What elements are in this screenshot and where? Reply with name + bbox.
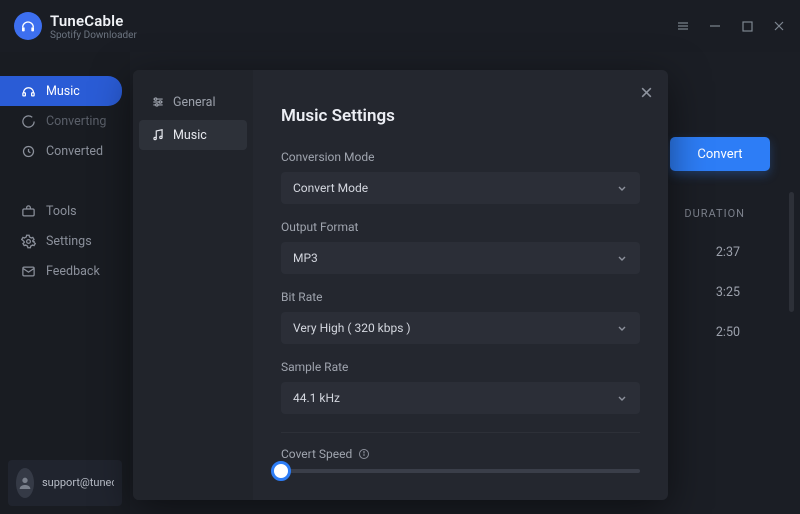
- sidebar-item-settings[interactable]: Settings: [0, 226, 130, 256]
- sidebar: Music Converting Converted Tools: [0, 52, 130, 514]
- select-bit-rate[interactable]: Very High ( 320 kbps ): [281, 312, 640, 344]
- table-row-duration: 2:37: [716, 245, 740, 260]
- mail-icon: [20, 263, 36, 279]
- minimize-icon[interactable]: [708, 19, 722, 33]
- sidebar-item-label: Converted: [46, 144, 103, 159]
- slider-thumb[interactable]: [271, 461, 291, 481]
- select-conversion-mode[interactable]: Convert Mode: [281, 172, 640, 204]
- gear-icon: [20, 233, 36, 249]
- sliders-icon: [151, 95, 165, 109]
- chevron-down-icon: [616, 182, 628, 194]
- modal-title: Music Settings: [281, 106, 640, 126]
- titlebar: TuneCable Spotify Downloader: [0, 0, 800, 52]
- column-header-duration: DURATION: [684, 207, 745, 220]
- slider-track: [281, 469, 640, 473]
- field-bit-rate: Bit Rate Very High ( 320 kbps ): [281, 290, 640, 344]
- toolbox-icon: [20, 203, 36, 219]
- settings-modal: General Music Music Settings Conversion …: [133, 70, 668, 500]
- select-value: 44.1 kHz: [293, 391, 340, 405]
- chevron-down-icon: [616, 392, 628, 404]
- table-row-duration: 2:50: [716, 325, 740, 340]
- modal-close-icon[interactable]: [638, 84, 654, 100]
- sidebar-item-label: Settings: [46, 234, 92, 249]
- select-value: Very High ( 320 kbps ): [293, 321, 411, 335]
- window-controls: [676, 19, 786, 33]
- tab-label: General: [173, 95, 216, 110]
- content-area: Convert DURATION 2:37 3:25 2:50 General …: [130, 52, 800, 514]
- support-card[interactable]: support@tunecable.com: [8, 460, 122, 506]
- tab-label: Music: [173, 128, 207, 143]
- support-email: support@tunecable.com: [42, 476, 114, 490]
- table-row-duration: 3:25: [716, 285, 740, 300]
- settings-tabs: General Music: [133, 70, 253, 500]
- clock-icon: [20, 143, 36, 159]
- maximize-icon[interactable]: [740, 19, 754, 33]
- select-sample-rate[interactable]: 44.1 kHz: [281, 382, 640, 414]
- sidebar-item-label: Tools: [46, 204, 77, 219]
- field-label: Bit Rate: [281, 290, 640, 304]
- field-label: Output Format: [281, 220, 640, 234]
- field-conversion-mode: Conversion Mode Convert Mode: [281, 150, 640, 204]
- chevron-down-icon: [616, 252, 628, 264]
- sidebar-item-label: Converting: [46, 114, 106, 129]
- field-sample-rate: Sample Rate 44.1 kHz: [281, 360, 640, 414]
- brand-subtitle: Spotify Downloader: [50, 30, 137, 41]
- field-label: Conversion Mode: [281, 150, 640, 164]
- avatar: [16, 468, 34, 498]
- settings-body: Music Settings Conversion Mode Convert M…: [253, 70, 668, 500]
- tab-music[interactable]: Music: [139, 120, 247, 150]
- hamburger-icon[interactable]: [676, 19, 690, 33]
- field-covert-speed: Covert Speed: [281, 447, 640, 473]
- music-note-icon: [151, 128, 165, 142]
- brand: TuneCable Spotify Downloader: [14, 12, 137, 41]
- divider: [281, 432, 640, 433]
- app-logo: [14, 12, 42, 40]
- covert-speed-label: Covert Speed: [281, 447, 352, 461]
- sidebar-item-label: Music: [46, 84, 80, 99]
- field-label: Covert Speed: [281, 447, 640, 461]
- slider-covert-speed[interactable]: [281, 469, 640, 473]
- chevron-down-icon: [616, 322, 628, 334]
- convert-button[interactable]: Convert: [670, 137, 770, 171]
- field-output-format: Output Format MP3: [281, 220, 640, 274]
- sidebar-item-converting[interactable]: Converting: [0, 106, 130, 136]
- sidebar-item-music[interactable]: Music: [0, 76, 122, 106]
- sidebar-item-converted[interactable]: Converted: [0, 136, 130, 166]
- headphones-icon: [20, 83, 36, 99]
- tab-general[interactable]: General: [139, 87, 247, 117]
- select-output-format[interactable]: MP3: [281, 242, 640, 274]
- info-icon[interactable]: [358, 448, 370, 460]
- field-label: Sample Rate: [281, 360, 640, 374]
- spinner-icon: [20, 113, 36, 129]
- select-value: MP3: [293, 251, 318, 265]
- sidebar-item-label: Feedback: [46, 264, 100, 279]
- select-value: Convert Mode: [293, 181, 368, 195]
- sidebar-item-tools[interactable]: Tools: [0, 196, 130, 226]
- scrollbar[interactable]: [789, 192, 794, 312]
- brand-title: TuneCable: [50, 12, 137, 30]
- sidebar-item-feedback[interactable]: Feedback: [0, 256, 130, 286]
- close-icon[interactable]: [772, 19, 786, 33]
